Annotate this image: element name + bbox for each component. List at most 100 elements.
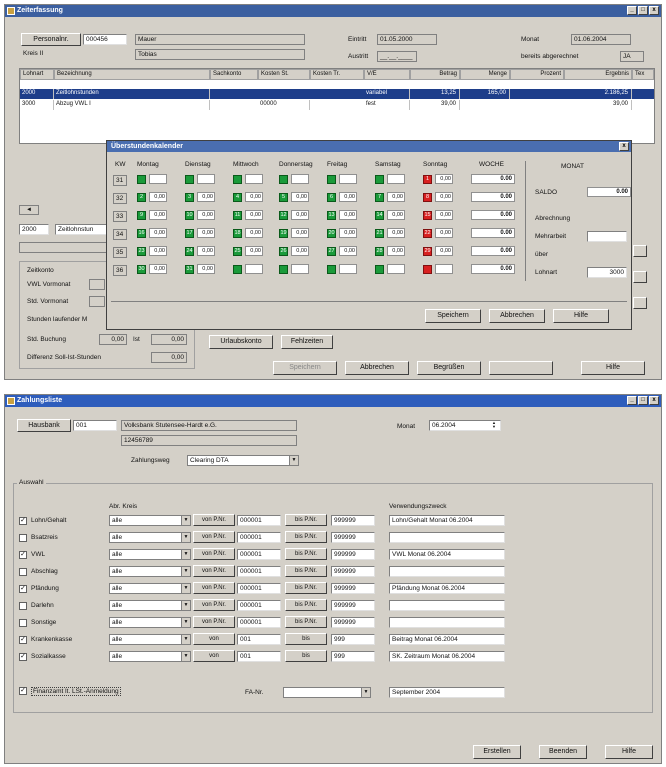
lower-bezeichnung-field[interactable]: Zeitlohnstun — [55, 224, 107, 235]
sunday-day-marker[interactable]: 15 — [423, 211, 432, 220]
overtime-value[interactable]: 0,00 — [291, 246, 309, 256]
overtime-value[interactable]: 0,00 — [149, 246, 167, 256]
col-menge[interactable]: Menge — [460, 69, 510, 80]
day-marker[interactable]: 30 — [137, 265, 146, 274]
day-marker[interactable]: 26 — [279, 247, 288, 256]
bis-field[interactable]: 999999 — [331, 600, 375, 611]
overtime-value[interactable]: 0,00 — [387, 246, 405, 256]
von-field[interactable]: 000001 — [237, 583, 281, 594]
kreis-select[interactable]: alle ▼ — [109, 600, 191, 611]
day-marker[interactable]: 4 — [233, 193, 242, 202]
chevron-down-icon[interactable]: ▼ — [181, 618, 190, 627]
overtime-value[interactable] — [245, 174, 263, 184]
chevron-down-icon[interactable]: ▼ — [181, 601, 190, 610]
day-marker[interactable]: 2 — [137, 193, 146, 202]
hilfe-button[interactable]: Hilfe — [605, 745, 653, 759]
overtime-value[interactable]: 0,00 — [197, 264, 215, 274]
overtime-value[interactable]: 0,00 — [387, 192, 405, 202]
hausbank-field[interactable]: 001 — [73, 420, 117, 431]
day-marker[interactable]: 3 — [185, 193, 194, 202]
cal-hilfe-button[interactable]: Hilfe — [553, 309, 609, 323]
von-button[interactable]: von P.Nr. — [193, 599, 235, 611]
col-bezeichnung[interactable]: Bezeichnung — [54, 69, 210, 80]
day-marker[interactable] — [279, 265, 288, 274]
verwendungszweck-field[interactable]: Lohn/Gehalt Monat 06.2004 — [389, 515, 505, 526]
verwendungszweck-field[interactable]: SK. Zeitraum Monat 06.2004 — [389, 651, 505, 662]
overtime-value[interactable]: 0,00 — [339, 228, 357, 238]
overtime-value[interactable]: 0,00 — [149, 264, 167, 274]
minimize-button[interactable]: _ — [627, 6, 637, 15]
day-marker[interactable] — [137, 175, 146, 184]
kreis-select[interactable]: alle ▼ — [109, 549, 191, 560]
close-button[interactable]: x — [649, 6, 659, 15]
overtime-value[interactable]: 0,00 — [197, 210, 215, 220]
day-marker[interactable]: 12 — [279, 211, 288, 220]
verwendungszweck-field[interactable] — [389, 600, 505, 611]
close-button[interactable]: x — [619, 142, 629, 151]
erstellen-button[interactable]: Erstellen — [473, 745, 521, 759]
overtime-value[interactable]: 0,00 — [197, 192, 215, 202]
day-marker[interactable]: 31 — [185, 265, 194, 274]
overtime-value[interactable]: 0,00 — [197, 228, 215, 238]
overtime-value[interactable]: 0,00 — [387, 210, 405, 220]
payment-type-checkbox[interactable] — [19, 534, 27, 542]
chevron-down-icon[interactable]: ▼ — [181, 516, 190, 525]
verwendungszweck-field[interactable] — [389, 566, 505, 577]
finanzamt-zweck-field[interactable]: September 2004 — [389, 687, 505, 698]
day-marker[interactable] — [279, 175, 288, 184]
chevron-down-icon[interactable]: ▼ — [181, 550, 190, 559]
bis-button[interactable]: bis P.Nr. — [285, 531, 327, 543]
overtime-value[interactable]: 0,00 — [149, 210, 167, 220]
overtime-value[interactable]: 0,00 — [435, 192, 453, 202]
overtime-value[interactable]: 0,00 — [435, 246, 453, 256]
side-button[interactable] — [633, 271, 647, 283]
day-marker[interactable] — [375, 175, 384, 184]
overtime-value[interactable]: 0,00 — [291, 228, 309, 238]
payment-type-checkbox[interactable]: ✓ — [19, 636, 27, 644]
sunday-day-marker[interactable]: 22 — [423, 229, 432, 238]
day-marker[interactable]: 24 — [185, 247, 194, 256]
overtime-value[interactable]: 0,00 — [245, 246, 263, 256]
fehlzeiten-button[interactable]: Fehlzeiten — [281, 335, 333, 349]
payment-type-checkbox[interactable] — [19, 619, 27, 627]
von-button[interactable]: von — [193, 633, 235, 645]
overtime-value[interactable]: 0,00 — [387, 228, 405, 238]
day-marker[interactable] — [233, 265, 242, 274]
day-marker[interactable] — [375, 265, 384, 274]
kreis-select[interactable]: alle ▼ — [109, 566, 191, 577]
kreis-select[interactable]: alle ▼ — [109, 583, 191, 594]
hilfe-button[interactable]: Hilfe — [581, 361, 645, 375]
overtime-value[interactable]: 0,00 — [339, 246, 357, 256]
personalnr-field[interactable]: 000456 — [83, 34, 127, 45]
lower-lohnart-field[interactable]: 2000 — [19, 224, 49, 235]
von-field[interactable]: 000001 — [237, 617, 281, 628]
col-betrag[interactable]: Betrag — [410, 69, 460, 80]
payment-type-checkbox[interactable]: ✓ — [19, 517, 27, 525]
von-button[interactable]: von P.Nr. — [193, 565, 235, 577]
zahlungsweg-select[interactable]: Clearing DTA ▼ — [187, 455, 299, 466]
beenden-button[interactable]: Beenden — [539, 745, 587, 759]
day-marker[interactable]: 16 — [137, 229, 146, 238]
chevron-down-icon[interactable]: ▼ — [181, 635, 190, 644]
overtime-value[interactable]: 0,00 — [339, 192, 357, 202]
bis-button[interactable]: bis P.Nr. — [285, 616, 327, 628]
kreis-select[interactable]: alle ▼ — [109, 515, 191, 526]
von-field[interactable]: 000001 — [237, 549, 281, 560]
overtime-value[interactable]: 0,00 — [435, 174, 453, 184]
von-button[interactable]: von P.Nr. — [193, 582, 235, 594]
payment-type-checkbox[interactable]: ✓ — [19, 653, 27, 661]
horizontal-scrollbar[interactable]: ◄ — [19, 205, 39, 215]
table-row[interactable]: 2000 Zeitlohnstunden variabel 13,25 165,… — [20, 89, 654, 99]
verwendungszweck-field[interactable]: VWL Monat 06.2004 — [389, 549, 505, 560]
overtime-value[interactable] — [291, 264, 309, 274]
sunday-day-marker[interactable] — [423, 265, 432, 274]
close-button[interactable]: x — [649, 396, 659, 405]
overtime-value[interactable] — [339, 264, 357, 274]
bis-field[interactable]: 999999 — [331, 549, 375, 560]
payment-type-checkbox[interactable] — [19, 602, 27, 610]
bis-button[interactable]: bis P.Nr. — [285, 514, 327, 526]
bis-field[interactable]: 999999 — [331, 532, 375, 543]
kreis-select[interactable]: alle ▼ — [109, 532, 191, 543]
day-marker[interactable] — [327, 175, 336, 184]
von-field[interactable]: 000001 — [237, 566, 281, 577]
